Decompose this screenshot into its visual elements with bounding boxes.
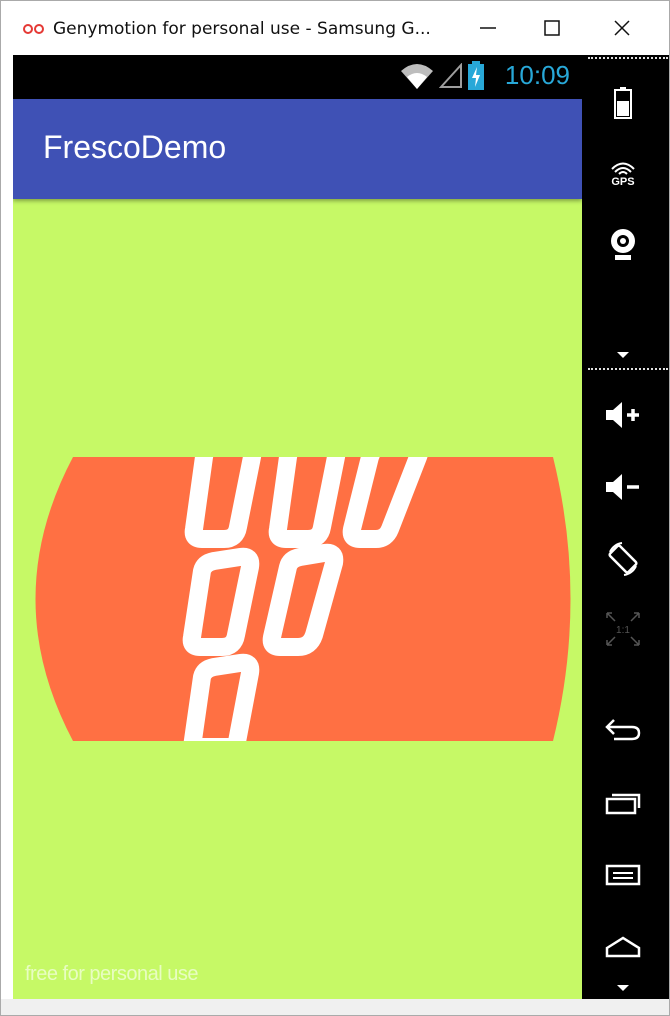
volume-up-button[interactable] <box>598 395 648 435</box>
ratio-label: 1:1 <box>616 625 630 636</box>
genymotion-window: Genymotion for personal use - Samsung G.… <box>0 0 670 1016</box>
battery-icon <box>614 87 632 119</box>
menu-icon <box>605 864 641 886</box>
title-bar: Genymotion for personal use - Samsung G.… <box>1 1 669 55</box>
rotate-icon <box>608 542 638 576</box>
app-title: FrescoDemo <box>43 129 227 165</box>
minimize-icon <box>480 27 496 29</box>
pixel-perfect-icon: 1:1 <box>606 612 640 646</box>
menu-button[interactable] <box>598 855 648 895</box>
minimize-button[interactable] <box>459 5 517 51</box>
rotate-button[interactable] <box>598 537 648 581</box>
pixel-perfect-button: 1:1 <box>598 607 648 651</box>
scroll-down-button[interactable] <box>598 981 648 995</box>
wifi-icon <box>401 64 433 89</box>
recent-apps-icon <box>605 793 641 815</box>
home-icon <box>605 936 641 958</box>
maximize-button[interactable] <box>523 5 581 51</box>
battery-charging-icon <box>468 61 484 90</box>
watermark-text: free for personal use <box>25 963 198 985</box>
status-time: 10:09 <box>504 60 570 90</box>
expand-arrow-icon <box>617 352 629 358</box>
battery-button[interactable] <box>598 83 648 123</box>
scroll-down-arrow-icon <box>617 985 629 991</box>
volume-up-icon <box>606 402 639 428</box>
webcam-button[interactable] <box>598 225 648 265</box>
back-icon <box>605 719 641 741</box>
emulator-sidebar: GPS 1:1 <box>582 55 669 999</box>
volume-down-button[interactable] <box>598 467 648 507</box>
home-button[interactable] <box>598 927 648 967</box>
device-screen: 10:09 FrescoDemo free for personal use <box>13 55 582 999</box>
window-bottom-border <box>1 999 669 1015</box>
back-button[interactable] <box>598 709 648 749</box>
volume-down-icon <box>606 474 639 500</box>
sidebar-separator <box>588 57 668 59</box>
expand-toggle[interactable] <box>598 345 648 365</box>
webcam-icon <box>611 229 635 260</box>
sidebar-separator <box>588 368 668 370</box>
gps-button[interactable]: GPS <box>598 155 648 195</box>
fresco-logo-image[interactable] <box>18 457 578 741</box>
genymotion-logo-icon <box>23 24 44 34</box>
app-toolbar: FrescoDemo <box>13 99 582 199</box>
gps-label: GPS <box>611 176 635 188</box>
gps-icon <box>611 162 635 175</box>
close-button[interactable] <box>593 5 651 51</box>
close-icon <box>614 20 630 36</box>
recent-apps-button[interactable] <box>598 783 648 823</box>
signal-icon <box>439 63 462 88</box>
maximize-icon <box>544 20 560 36</box>
status-bar: 10:09 <box>13 55 582 99</box>
window-title: Genymotion for personal use - Samsung G.… <box>53 19 431 39</box>
